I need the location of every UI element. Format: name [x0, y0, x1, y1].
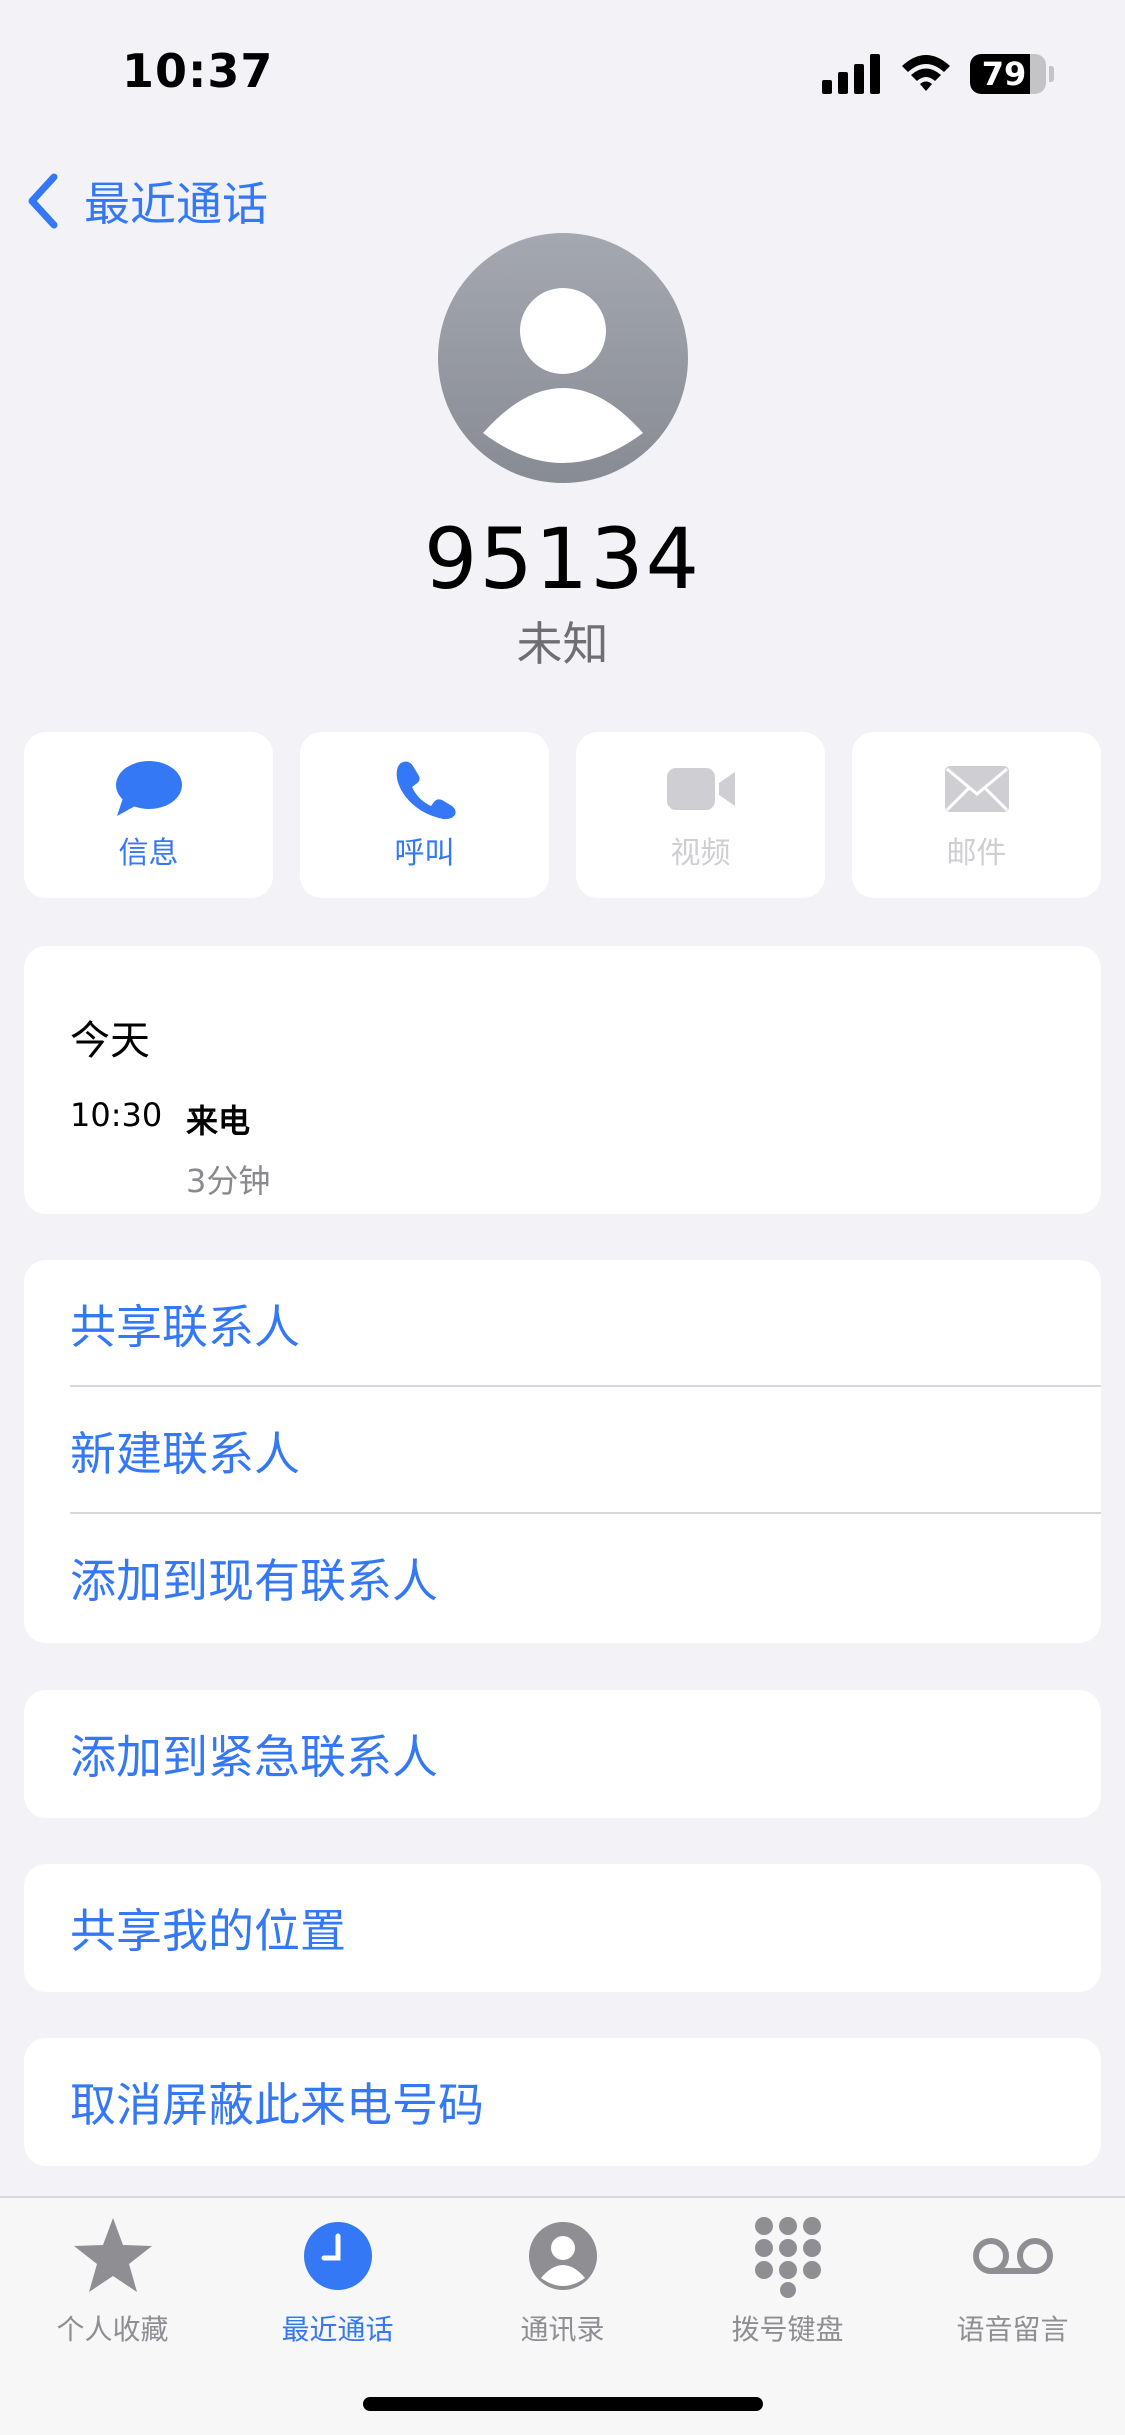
video-icon	[666, 768, 735, 810]
contact-options-card: 共享联系人 新建联系人 添加到现有联系人	[24, 1260, 1101, 1643]
contacts-icon	[528, 2222, 597, 2290]
new-contact-button[interactable]: 新建联系人	[24, 1387, 1101, 1514]
voicemail-icon	[972, 2238, 1053, 2274]
tab-voicemail[interactable]: 语音留言	[900, 2214, 1125, 2348]
history-day: 今天	[70, 1018, 150, 1064]
history-entry: 10:30 来电	[70, 1096, 1101, 1142]
home-indicator[interactable]	[363, 2397, 763, 2411]
back-label: 最近通话	[84, 177, 268, 231]
call-time: 10:30	[70, 1096, 163, 1134]
add-to-existing-contact-button[interactable]: 添加到现有联系人	[24, 1514, 1101, 1641]
tab-contacts[interactable]: 通讯录	[450, 2214, 675, 2348]
back-button[interactable]: 最近通话	[24, 168, 268, 234]
status-bar: 10:37 79	[0, 0, 1125, 150]
call-button[interactable]: 呼叫	[300, 732, 549, 898]
phone-icon	[396, 761, 456, 820]
battery-cap	[1049, 66, 1054, 82]
mail-button[interactable]: 邮件	[852, 732, 1101, 898]
battery-level: 79	[981, 55, 1027, 93]
tab-favorites[interactable]: 个人收藏	[0, 2214, 225, 2348]
share-location-button[interactable]: 共享我的位置	[24, 1864, 1101, 1992]
person-silhouette-icon	[483, 288, 643, 463]
keypad-icon	[754, 2217, 821, 2298]
clock-icon	[303, 2222, 372, 2290]
chevron-left-icon	[28, 173, 58, 229]
tab-keypad[interactable]: 拨号键盘	[675, 2214, 900, 2348]
tab-recents[interactable]: 最近通话	[225, 2214, 450, 2348]
share-contact-button[interactable]: 共享联系人	[24, 1260, 1101, 1387]
message-button[interactable]: 信息	[24, 732, 273, 898]
status-time: 10:37	[122, 44, 274, 98]
add-emergency-contact-button[interactable]: 添加到紧急联系人	[24, 1690, 1101, 1818]
call-history-card: 今天 10:30 来电 3分钟	[24, 946, 1101, 1214]
call-duration: 3分钟	[186, 1162, 271, 1200]
caller-number: 95134	[423, 510, 702, 608]
battery-icon: 79	[970, 54, 1046, 94]
quick-actions: 信息 呼叫 视频 邮件	[24, 732, 1101, 898]
wifi-icon	[902, 55, 950, 91]
caller-label: 未知	[516, 617, 609, 671]
call-type: 来电	[186, 1102, 251, 1140]
video-button[interactable]: 视频	[576, 732, 825, 898]
unblock-caller-button[interactable]: 取消屏蔽此来电号码	[24, 2038, 1101, 2166]
star-icon	[73, 2218, 152, 2292]
message-icon	[115, 761, 182, 816]
cellular-signal-icon	[822, 54, 880, 94]
mail-icon	[944, 766, 1009, 812]
avatar	[438, 233, 688, 483]
